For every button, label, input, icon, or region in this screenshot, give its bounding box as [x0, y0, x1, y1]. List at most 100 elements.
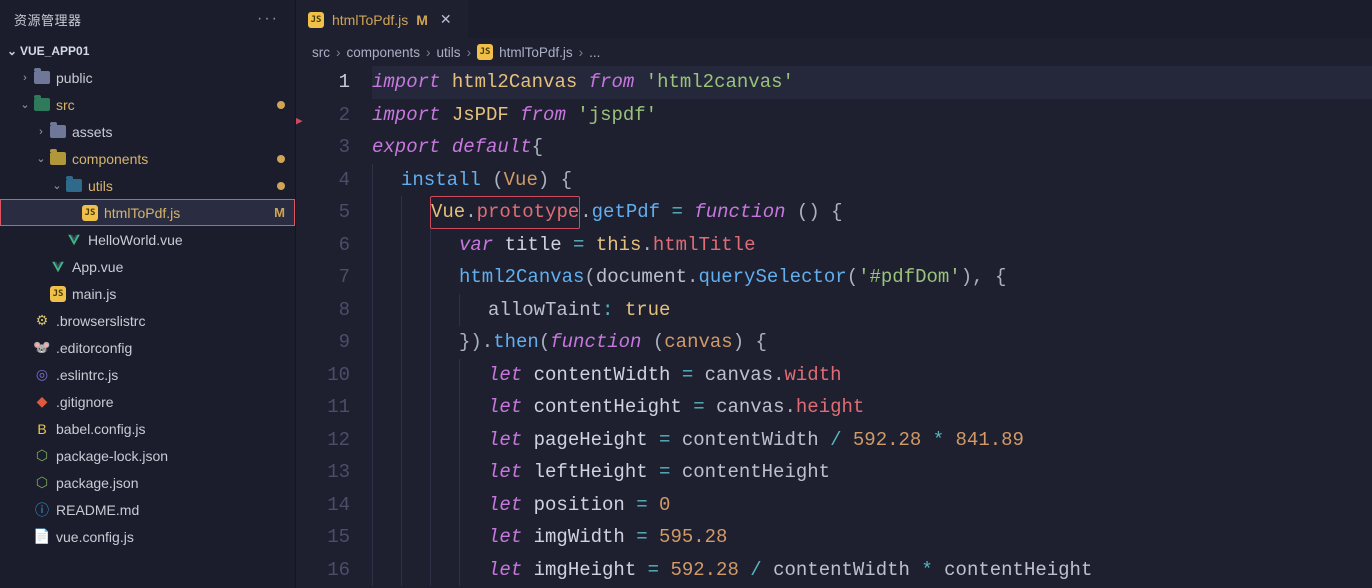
breadcrumb-label: ... — [589, 45, 600, 60]
code-line[interactable]: export default{ — [372, 131, 1372, 164]
line-number: 10 — [306, 359, 350, 392]
tree-item-babel-config-js[interactable]: Bbabel.config.js — [0, 415, 295, 442]
chevron-right-icon: › — [18, 72, 32, 84]
tree-item-package-json[interactable]: ⬡package.json — [0, 469, 295, 496]
breadcrumb-separator-icon: › — [467, 45, 472, 60]
line-number: 1 — [306, 66, 350, 99]
tree-item--gitignore[interactable]: ◆.gitignore — [0, 388, 295, 415]
tree-item-src[interactable]: ⌄ src — [0, 91, 295, 118]
tree-item-label: src — [56, 97, 75, 113]
line-number: 14 — [306, 489, 350, 522]
tree-item-readme-md[interactable]: ⓘREADME.md — [0, 496, 295, 523]
code-line[interactable]: let imgWidth = 595.28 — [372, 521, 1372, 554]
glyph-file-icon: ◎ — [32, 366, 52, 384]
more-icon[interactable]: ··· — [257, 10, 285, 28]
glyph-file-icon: B — [32, 420, 52, 438]
js-file-icon: JS — [48, 285, 68, 303]
tree-item-label: .eslintrc.js — [56, 367, 118, 383]
tree-item--browserslistrc[interactable]: ⚙.browserslistrc — [0, 307, 295, 334]
tab-label: htmlToPdf.js — [332, 12, 408, 28]
line-number: 8 — [306, 294, 350, 327]
tree-item-label: htmlToPdf.js — [104, 205, 180, 221]
breadcrumb-label: src — [312, 45, 330, 60]
tree-item-label: babel.config.js — [56, 421, 146, 437]
vue-file-icon — [48, 258, 68, 276]
tree-item-label: .browserslistrc — [56, 313, 145, 329]
code-line[interactable]: html2Canvas(document.querySelector('#pdf… — [372, 261, 1372, 294]
project-section[interactable]: ⌄ VUE_APP01 — [0, 38, 295, 64]
code-line[interactable]: let position = 0 — [372, 489, 1372, 522]
explorer-title: 资源管理器 — [14, 10, 82, 29]
tree-item-label: vue.config.js — [56, 529, 134, 545]
breadcrumb-item[interactable]: utils — [437, 45, 461, 60]
tree-item-label: public — [56, 70, 93, 86]
tab-modified-badge: M — [416, 12, 428, 28]
chevron-down-icon: ⌄ — [18, 98, 32, 111]
glyph-file-icon: ⓘ — [32, 501, 52, 519]
code-line[interactable]: let contentWidth = canvas.width — [372, 359, 1372, 392]
code-line[interactable]: let contentHeight = canvas.height — [372, 391, 1372, 424]
code-line[interactable]: let pageHeight = contentWidth / 592.28 *… — [372, 424, 1372, 457]
explorer-sidebar: 资源管理器 ··· ⌄ VUE_APP01 › public ⌄ src › assets… — [0, 0, 296, 588]
tree-item-label: assets — [72, 124, 112, 140]
code-content[interactable]: import html2Canvas from 'html2canvas'imp… — [372, 66, 1372, 588]
vue-file-icon — [64, 231, 84, 249]
code-line[interactable]: allowTaint: true — [372, 294, 1372, 327]
code-line[interactable]: import html2Canvas from 'html2canvas' — [372, 66, 1372, 99]
code-line[interactable]: let leftHeight = contentHeight — [372, 456, 1372, 489]
chevron-right-icon: › — [34, 126, 48, 138]
code-line[interactable]: let imgHeight = 592.28 / contentWidth * … — [372, 554, 1372, 587]
line-number: 6 — [306, 229, 350, 262]
tree-item-assets[interactable]: › assets — [0, 118, 295, 145]
close-icon[interactable]: ✕ — [436, 9, 456, 30]
breadcrumb-item[interactable]: ... — [589, 45, 600, 60]
tree-item-public[interactable]: › public — [0, 64, 295, 91]
tree-item-vue-config-js[interactable]: 📄vue.config.js — [0, 523, 295, 550]
line-number: 16 — [306, 554, 350, 587]
tree-item--eslintrc-js[interactable]: ◎.eslintrc.js — [0, 361, 295, 388]
code-area[interactable]: ▶ 12345678910111213141516 import html2Ca… — [296, 66, 1372, 588]
breadcrumb-item[interactable]: components — [347, 45, 421, 60]
code-line[interactable]: import JsPDF from 'jspdf' — [372, 99, 1372, 132]
tree-item-label: README.md — [56, 502, 139, 518]
line-number: 12 — [306, 424, 350, 457]
folder-icon — [48, 150, 68, 168]
modified-status-badge: M — [274, 205, 285, 220]
glyph-file-icon: 🐭 — [32, 339, 52, 357]
tree-item-label: utils — [88, 178, 113, 194]
tree-item-utils[interactable]: ⌄utils — [0, 172, 295, 199]
modified-dot-icon — [277, 101, 285, 109]
tab-htmltopdf[interactable]: JS htmlToPdf.js M ✕ — [296, 0, 468, 38]
breadcrumb-label: htmlToPdf.js — [499, 45, 573, 60]
tree-item-components[interactable]: ⌄components — [0, 145, 295, 172]
folder-icon — [64, 177, 84, 195]
tree-item-label: HelloWorld.vue — [88, 232, 183, 248]
breadcrumb-label: components — [347, 45, 421, 60]
explorer-header: 资源管理器 ··· — [0, 0, 295, 38]
line-number: 5 — [306, 196, 350, 229]
tab-bar: JS htmlToPdf.js M ✕ — [296, 0, 1372, 38]
js-file-icon: JS — [308, 12, 324, 28]
line-number: 7 — [306, 261, 350, 294]
glyph-file-icon: ◆ — [32, 393, 52, 411]
modified-dot-icon — [277, 182, 285, 190]
code-line[interactable]: var title = this.htmlTitle — [372, 229, 1372, 262]
tree-item-label: main.js — [72, 286, 116, 302]
code-line[interactable]: }).then(function (canvas) { — [372, 326, 1372, 359]
breadcrumb-item[interactable]: JShtmlToPdf.js — [477, 44, 573, 60]
code-line[interactable]: Vue.prototype.getPdf = function () { — [372, 196, 1372, 229]
tree-item-helloworld-vue[interactable]: HelloWorld.vue — [0, 226, 295, 253]
error-arrow-icon: ▶ — [296, 106, 303, 139]
tree-item-label: .editorconfig — [56, 340, 132, 356]
code-line[interactable]: install (Vue) { — [372, 164, 1372, 197]
line-number: 4 — [306, 164, 350, 197]
folder-icon — [32, 96, 52, 114]
tree-item-htmltopdf-js[interactable]: JShtmlToPdf.jsM — [0, 199, 295, 226]
breadcrumb-item[interactable]: src — [312, 45, 330, 60]
tree-item-app-vue[interactable]: App.vue — [0, 253, 295, 280]
breadcrumb-separator-icon: › — [579, 45, 584, 60]
breadcrumb: src›components›utils›JShtmlToPdf.js›... — [296, 38, 1372, 66]
tree-item--editorconfig[interactable]: 🐭.editorconfig — [0, 334, 295, 361]
tree-item-main-js[interactable]: JSmain.js — [0, 280, 295, 307]
tree-item-package-lock-json[interactable]: ⬡package-lock.json — [0, 442, 295, 469]
